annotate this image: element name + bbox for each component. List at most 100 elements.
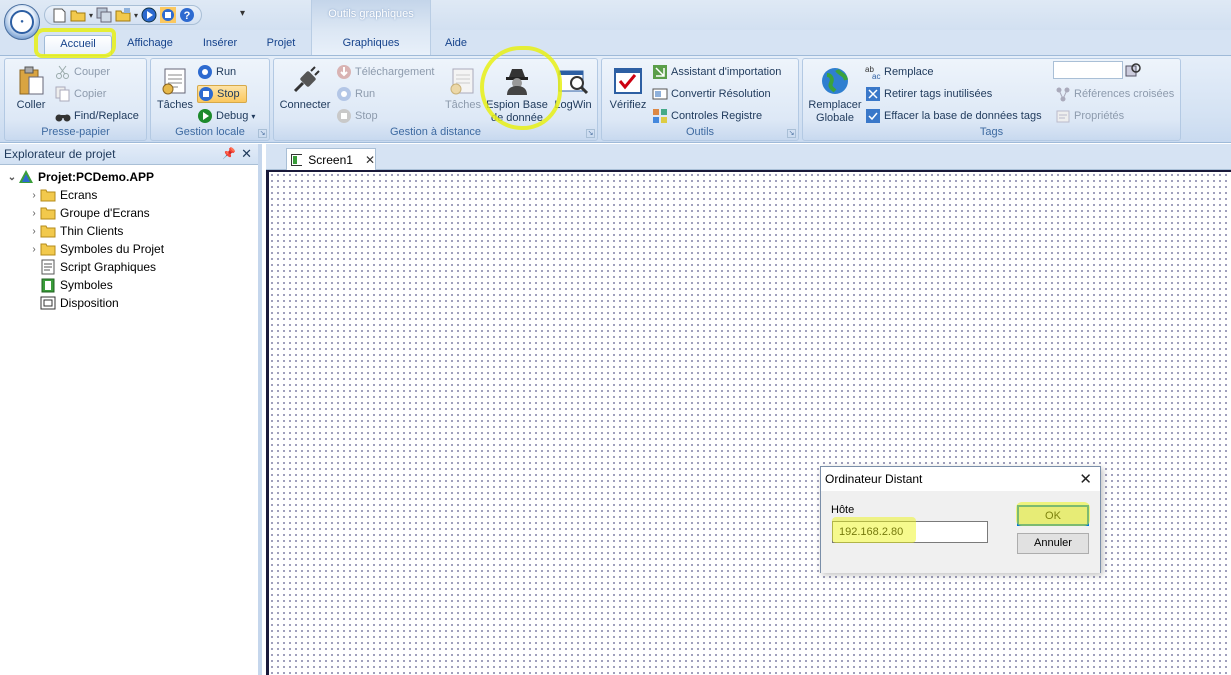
debug-dropdown-icon[interactable]: ▾: [251, 112, 255, 121]
couper-button[interactable]: Couper: [55, 63, 110, 81]
tree-item-symboles[interactable]: Symboles: [0, 276, 258, 294]
debug-button[interactable]: Debug ▾: [197, 107, 255, 125]
expand-arrow-icon[interactable]: ›: [28, 208, 40, 219]
close-tab-icon[interactable]: ✕: [365, 153, 375, 167]
pin-icon[interactable]: 📌: [222, 147, 236, 160]
open-dropdown-icon[interactable]: ▾: [89, 11, 93, 20]
remote-taches-label: Tâches: [444, 99, 482, 111]
expand-arrow-icon[interactable]: ›: [28, 226, 40, 237]
effacer-base-button[interactable]: Effacer la base de données tags: [865, 107, 1042, 125]
convert-resolution-icon: [652, 88, 668, 100]
local-stop-button[interactable]: Stop: [197, 85, 247, 103]
remplace-label: Remplace: [884, 66, 934, 78]
expand-arrow-icon[interactable]: ›: [28, 190, 40, 201]
tree-item-ecrans[interactable]: › Ecrans: [0, 186, 258, 204]
verifiez-button[interactable]: Vérifiez: [606, 65, 650, 111]
outils-launcher-icon[interactable]: ↘: [787, 129, 796, 138]
tag-search-input[interactable]: [1053, 61, 1123, 79]
screen-canvas[interactable]: [266, 170, 1231, 675]
application-button[interactable]: ●: [4, 4, 40, 40]
tree-item-thin-clients[interactable]: › Thin Clients: [0, 222, 258, 240]
convertir-resolution-button[interactable]: Convertir Résolution: [652, 85, 771, 103]
telechargement-button[interactable]: Téléchargement: [336, 63, 435, 81]
dialog-title-bar: Ordinateur Distant ✕: [821, 467, 1100, 491]
cancel-button[interactable]: Annuler: [1017, 533, 1089, 554]
remplacer-label-line2: Globale: [816, 112, 854, 124]
proprietes-button[interactable]: Propriétés: [1055, 107, 1124, 125]
gestion-distance-launcher-icon[interactable]: ↘: [586, 129, 595, 138]
taches-button[interactable]: Tâches: [155, 65, 195, 111]
collapse-arrow-icon[interactable]: ⌄: [6, 172, 18, 183]
tag-search-icon[interactable]: [1125, 62, 1141, 78]
tab-affichage[interactable]: Affichage: [118, 35, 182, 55]
help-icon[interactable]: ?: [179, 7, 195, 23]
group-presse-papier: Coller Couper Copier Find/Replace Presse…: [4, 58, 147, 141]
run-icon[interactable]: [141, 7, 157, 23]
project-dropdown-icon[interactable]: ▾: [134, 11, 138, 20]
remote-stop-icon: [337, 109, 351, 123]
tab-accueil[interactable]: Accueil: [44, 35, 112, 55]
tree-root[interactable]: ⌄ Projet:PCDemo.APP: [0, 168, 258, 186]
assistant-importation-button[interactable]: Assistant d'importation: [652, 63, 781, 81]
root-label: Projet:PCDemo.APP: [38, 170, 155, 184]
cross-reference-icon: [1056, 87, 1070, 102]
project-folder-icon[interactable]: [115, 7, 131, 23]
folder-icon: [40, 243, 56, 256]
group-gestion-locale: Tâches Run Stop Debug ▾ Gestion locale ↘: [150, 58, 270, 141]
stop-icon[interactable]: [160, 7, 177, 23]
tab-aide[interactable]: Aide: [436, 35, 476, 55]
espion-base-button[interactable]: Espion Base de donnée: [484, 65, 550, 125]
local-run-button[interactable]: Run: [197, 63, 236, 81]
logwin-icon: [558, 70, 589, 95]
remplace-button[interactable]: ab ac Remplace: [865, 63, 934, 81]
customize-qat-icon[interactable]: ▾: [240, 8, 245, 19]
explorer-header: Explorateur de projet 📌 ✕: [0, 144, 258, 165]
group-gestion-distance: Connecter Téléchargement Run Stop Tâches…: [273, 58, 598, 141]
open-folder-icon[interactable]: [70, 7, 86, 23]
logwin-button[interactable]: LogWin: [551, 65, 595, 111]
new-file-icon[interactable]: [51, 7, 67, 23]
tree-item-symboles-projet[interactable]: › Symboles du Projet: [0, 240, 258, 258]
controles-registre-button[interactable]: Controles Registre: [652, 107, 762, 125]
remplacer-globale-button[interactable]: Remplacer Globale: [805, 65, 865, 125]
gestion-locale-launcher-icon[interactable]: ↘: [258, 129, 267, 138]
tab-screen1[interactable]: Screen1 ✕: [286, 148, 376, 170]
tree-label: Thin Clients: [60, 224, 124, 238]
remote-run-button[interactable]: Run: [336, 85, 375, 103]
tab-graphiques[interactable]: Graphiques: [311, 30, 431, 55]
tree-item-script-graphiques[interactable]: Script Graphiques: [0, 258, 258, 276]
download-icon: [337, 65, 351, 79]
tab-inserer[interactable]: Insérer: [192, 35, 248, 55]
retirer-tags-button[interactable]: Retirer tags inutilisées: [865, 85, 992, 103]
tree-item-groupe-ecrans[interactable]: › Groupe d'Ecrans: [0, 204, 258, 222]
expand-arrow-icon[interactable]: ›: [28, 244, 40, 255]
remote-taches-button[interactable]: Tâches: [442, 65, 484, 111]
group-tags: Remplacer Globale ab ac Remplace Retirer …: [802, 58, 1181, 141]
references-croisees-button[interactable]: Références croisées: [1055, 85, 1174, 103]
coller-button[interactable]: Coller: [9, 65, 53, 111]
ok-button[interactable]: OK: [1017, 505, 1089, 526]
erase-database-icon: [866, 109, 880, 123]
host-input[interactable]: 192.168.2.80: [832, 521, 988, 543]
tree-item-disposition[interactable]: Disposition: [0, 294, 258, 312]
folder-icon: [40, 207, 56, 220]
ribbon-tabs: Accueil Affichage Insérer Projet Graphiq…: [0, 30, 1231, 55]
connecter-button[interactable]: Connecter: [276, 65, 334, 111]
find-replace-label: Find/Replace: [74, 110, 139, 122]
gestion-locale-label: Gestion locale: [175, 126, 245, 138]
dialog-close-icon[interactable]: ✕: [1079, 470, 1092, 488]
tab-projet[interactable]: Projet: [256, 35, 306, 55]
save-all-icon[interactable]: [96, 7, 112, 23]
tree-label: Script Graphiques: [60, 260, 157, 274]
spy-icon: [506, 69, 528, 95]
project-icon: [19, 170, 33, 183]
remote-stop-button[interactable]: Stop: [336, 107, 378, 125]
layout-icon: [40, 296, 56, 310]
copier-button[interactable]: Copier: [55, 85, 106, 103]
folder-icon: [40, 189, 56, 202]
close-icon[interactable]: ✕: [241, 146, 252, 162]
document-tabs: Screen1 ✕: [266, 144, 1231, 170]
find-replace-button[interactable]: Find/Replace: [55, 107, 139, 125]
copier-label: Copier: [74, 88, 107, 100]
properties-icon: [1056, 110, 1070, 123]
